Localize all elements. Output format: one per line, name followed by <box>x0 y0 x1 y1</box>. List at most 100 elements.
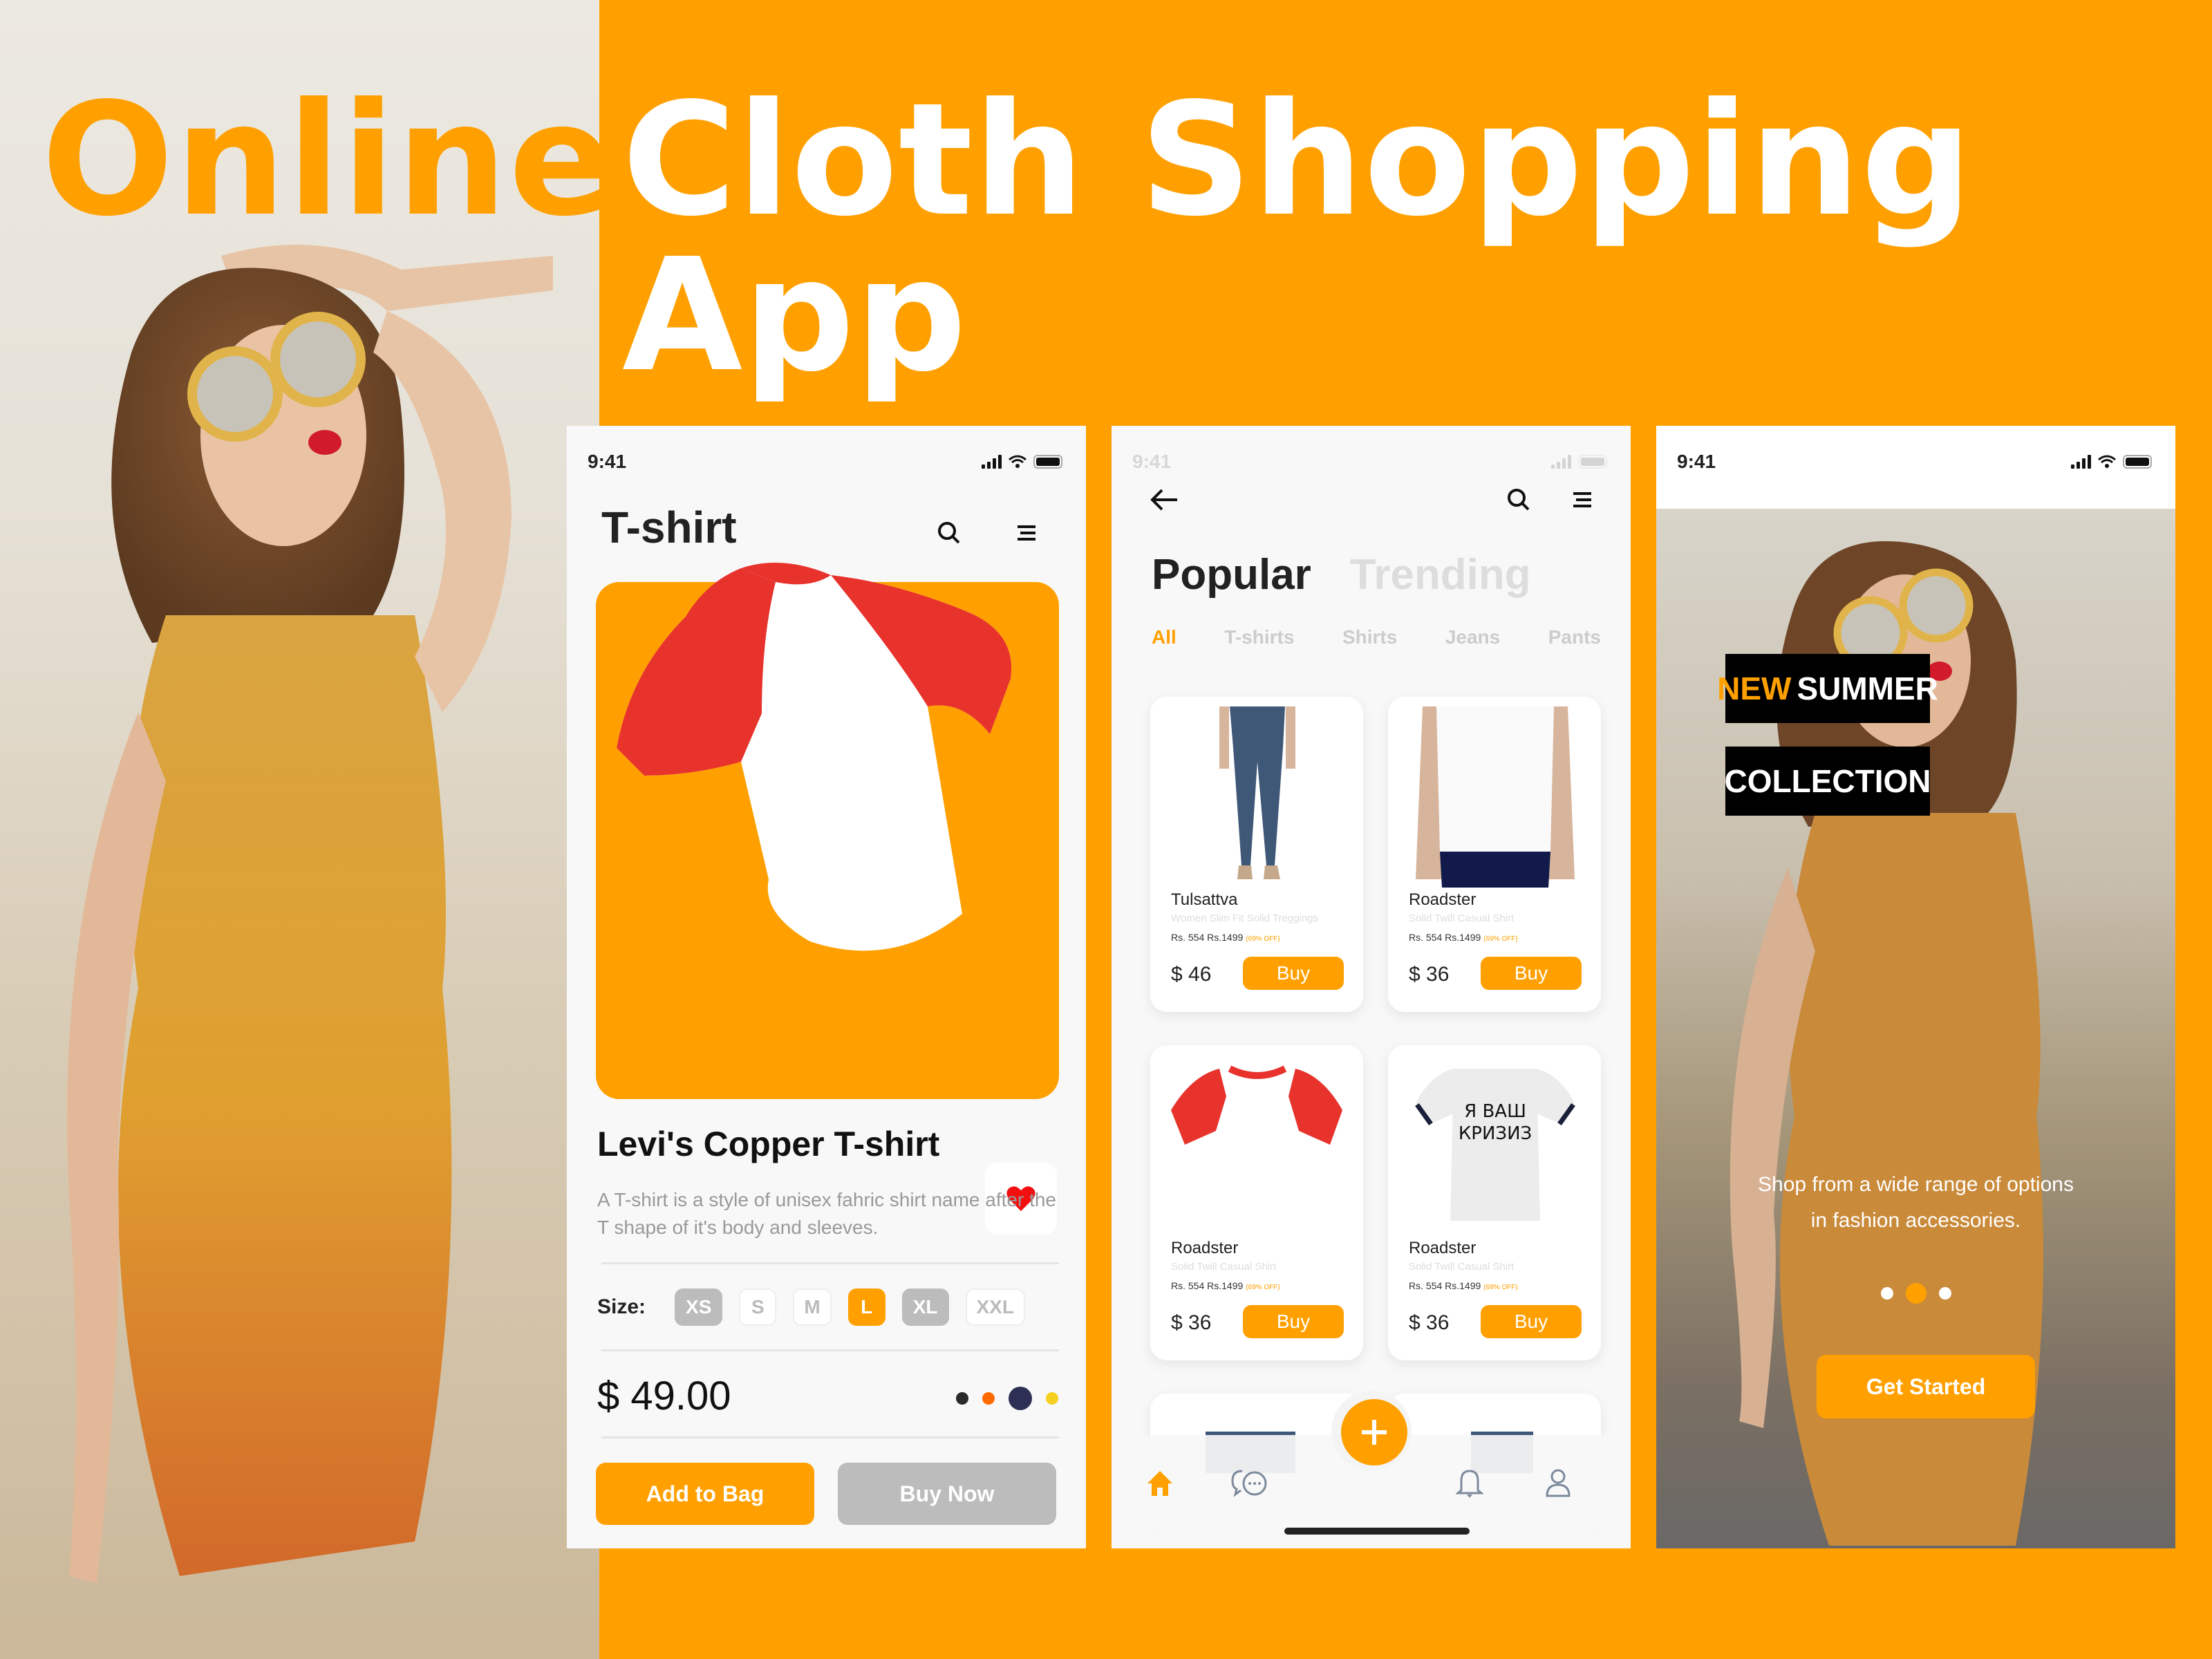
buy-button[interactable]: Buy <box>1481 957 1582 990</box>
size-option-s[interactable]: S <box>739 1288 777 1326</box>
product-name: Levi's Copper T-shirt <box>597 1125 940 1163</box>
onboarding-subtitle: Shop from a wide range of options in fas… <box>1656 1167 2175 1239</box>
page-dot[interactable] <box>1880 1287 1893 1300</box>
size-option-xs[interactable]: XS <box>675 1288 723 1326</box>
category-tshirts[interactable]: T-shirts <box>1224 626 1294 648</box>
model-figure-illustration <box>67 245 553 1583</box>
search-icon <box>938 522 960 544</box>
product-card[interactable]: Roadster Solid Twill Casual Shirt Rs. 55… <box>1388 697 1601 1012</box>
print-text-line-1: Я ВАШ <box>1464 1101 1526 1122</box>
back-button[interactable] <box>1146 482 1181 517</box>
headline-line-1: NEW SUMMER <box>1717 654 1938 723</box>
product-card[interactable]: Roadster Solid Twill Casual Shirt Rs. 55… <box>1150 1045 1363 1360</box>
page-dot[interactable] <box>1938 1287 1951 1300</box>
tab-trending[interactable]: Trending <box>1350 550 1531 599</box>
category-filter: All T-shirts Shirts Jeans Pants <box>1152 626 1601 648</box>
size-label: Size: <box>597 1295 646 1318</box>
status-time: 9:41 <box>1132 451 1172 472</box>
status-time: 9:41 <box>588 451 627 472</box>
buy-button[interactable]: Buy <box>1481 1305 1582 1338</box>
discount-badge: (69% OFF) <box>1483 1284 1518 1291</box>
product-image-card <box>596 563 1059 1235</box>
price-line: Rs. 554 Rs.1499 <box>1409 1280 1481 1291</box>
jeans-image <box>1219 706 1295 879</box>
status-time: 9:41 <box>1677 451 1716 472</box>
product-mrp: Rs. 554 Rs.1499 (69% OFF) <box>1171 1280 1280 1291</box>
nav-home[interactable] <box>1139 1463 1181 1504</box>
search-icon <box>1508 489 1530 511</box>
arrow-left-icon <box>1150 489 1177 511</box>
white-tshirt-image <box>1416 706 1575 888</box>
nav-profile[interactable] <box>1537 1463 1579 1504</box>
product-brand: Roadster <box>1409 1239 1477 1257</box>
chat-icon <box>1231 1470 1267 1497</box>
tab-popular[interactable]: Popular <box>1152 550 1311 599</box>
nav-notifications[interactable] <box>1449 1463 1490 1504</box>
status-bar: 9:41 <box>567 426 1086 481</box>
raglan-tshirt-image <box>1171 1065 1342 1221</box>
price-line: Rs. 554 Rs.1499 <box>1409 932 1481 943</box>
product-brand: Roadster <box>1409 890 1477 909</box>
signal-icon <box>1551 455 1571 469</box>
plus-icon <box>1362 1420 1387 1445</box>
color-swatch[interactable] <box>982 1392 995 1405</box>
product-mrp: Rs. 554 Rs.1499 (69% OFF) <box>1171 932 1280 943</box>
headline-rest: SUMMER <box>1797 671 1938 706</box>
product-description: A T-shirt is a style of unisex fahric sh… <box>597 1189 1056 1238</box>
color-swatches <box>956 1387 1058 1410</box>
battery-icon <box>1578 455 1607 469</box>
category-pants[interactable]: Pants <box>1548 626 1601 648</box>
printed-tshirt-image: Я ВАШ КРИЗИЗ <box>1415 1069 1575 1221</box>
category-all[interactable]: All <box>1152 626 1177 648</box>
product-listing-screen: 9:41 Popular Trending All T-shirts Shirt… <box>1112 426 1631 1548</box>
menu-button[interactable] <box>1565 482 1600 517</box>
nav-chat[interactable] <box>1229 1463 1271 1504</box>
size-option-xl[interactable]: XL <box>901 1288 949 1326</box>
color-swatch[interactable] <box>1046 1392 1058 1405</box>
buy-now-button[interactable]: Buy Now <box>838 1463 1056 1525</box>
product-card[interactable]: Tulsattva Women Slim Fit Solid Treggings… <box>1150 697 1363 1012</box>
search-button[interactable] <box>932 516 966 550</box>
size-option-m[interactable]: M <box>793 1288 832 1326</box>
headline-accent: NEW <box>1717 671 1792 706</box>
status-bar: 9:41 <box>1112 426 1631 481</box>
product-card[interactable]: Я ВАШ КРИЗИЗ Roadster Solid Twill Casual… <box>1388 1045 1601 1360</box>
get-started-button[interactable]: Get Started <box>1817 1355 2035 1418</box>
page-title: T-shirt <box>601 503 737 552</box>
search-button[interactable] <box>1501 482 1536 517</box>
headline-line-2: COLLECTION <box>1725 747 1931 816</box>
divider <box>601 1349 1059 1351</box>
buy-button[interactable]: Buy <box>1243 1305 1344 1338</box>
banner-title: Cloth Shopping App <box>622 70 1974 406</box>
home-icon <box>1147 1471 1172 1496</box>
divider <box>601 1262 1059 1264</box>
size-selector: Size: XS S M L XL XXL <box>597 1288 1042 1326</box>
subtitle-line-2: in fashion accessories. <box>1810 1209 2021 1232</box>
size-option-xxl[interactable]: XXL <box>965 1288 1025 1326</box>
product-price: $ 36 <box>1409 1311 1450 1334</box>
add-button[interactable] <box>1341 1399 1407 1465</box>
color-swatch-selected[interactable] <box>1009 1387 1032 1410</box>
product-price: $ 49.00 <box>597 1374 731 1418</box>
page-dot-active[interactable] <box>1905 1283 1927 1304</box>
color-swatch[interactable] <box>956 1392 968 1405</box>
battery-icon <box>1033 455 1062 469</box>
wifi-icon <box>2098 455 2116 468</box>
battery-icon <box>2123 455 2152 469</box>
product-detail-screen: 9:41 T-shirt Levi's Copper T-shirt A T-s… <box>567 426 1086 1548</box>
menu-button[interactable] <box>1009 516 1044 550</box>
onboarding-screen: 9:41 NEW SUMMER COLLECTION Shop from a wi… <box>1656 426 2175 1548</box>
discount-badge: (69% OFF) <box>1246 935 1280 943</box>
category-shirts[interactable]: Shirts <box>1342 626 1397 648</box>
category-jeans[interactable]: Jeans <box>1445 626 1500 648</box>
bell-icon <box>1456 1470 1483 1498</box>
product-mrp: Rs. 554 Rs.1499 (69% OFF) <box>1409 1280 1518 1291</box>
buy-button[interactable]: Buy <box>1243 957 1344 990</box>
product-subtitle: Solid Twill Casual Shirt <box>1409 912 1515 924</box>
discount-badge: (69% OFF) <box>1246 1284 1280 1291</box>
product-subtitle: Women Slim Fit Solid Treggings <box>1171 912 1319 924</box>
size-option-l[interactable]: L <box>847 1288 885 1326</box>
product-brand: Tulsattva <box>1171 890 1238 909</box>
menu-icon <box>1018 525 1035 541</box>
add-to-bag-button[interactable]: Add to Bag <box>596 1463 814 1525</box>
